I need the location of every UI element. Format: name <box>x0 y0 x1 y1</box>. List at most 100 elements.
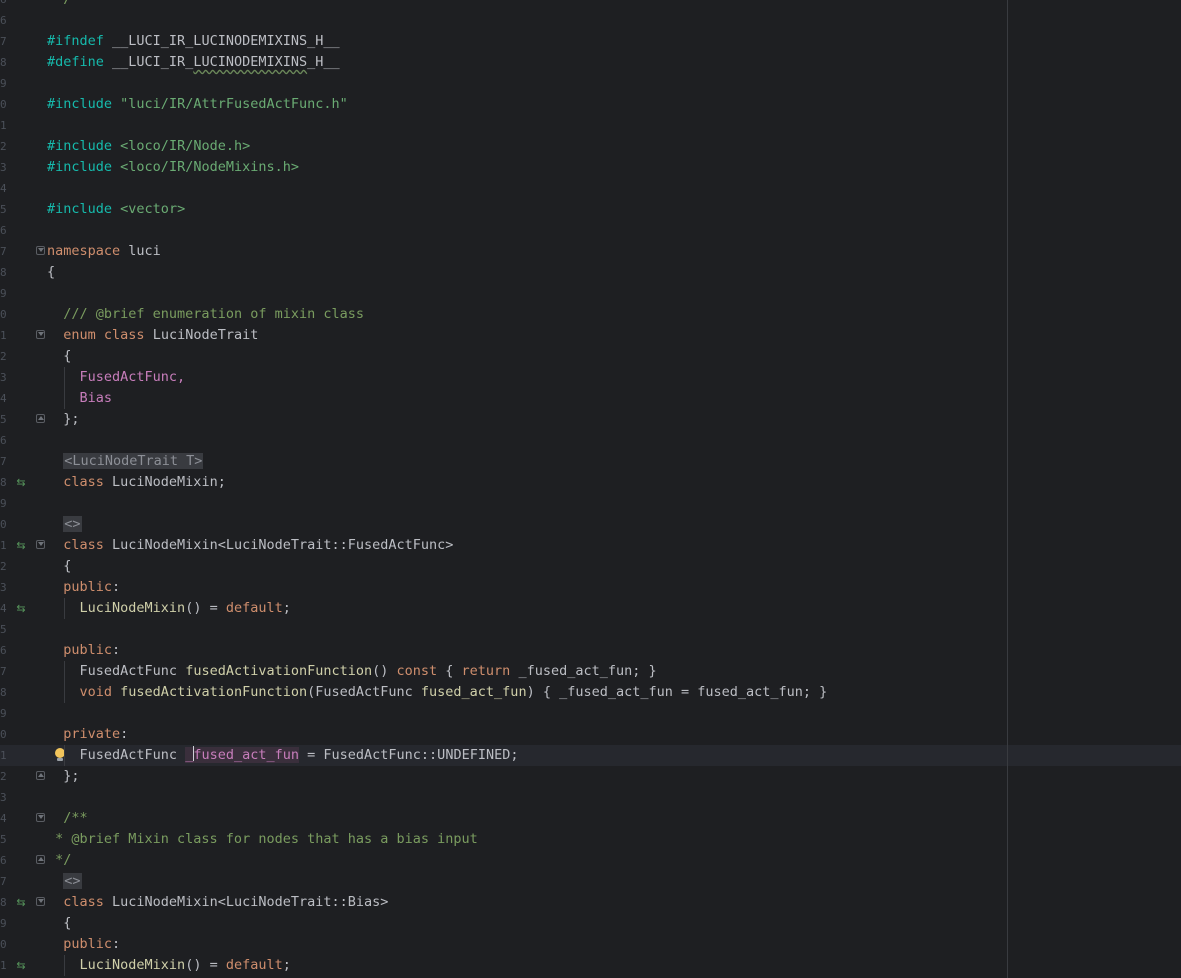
code-line[interactable]: 1 ⇆ class LuciNodeMixin<LuciNodeTrait::Fu… <box>0 535 1181 556</box>
override-icon[interactable]: ⇆ <box>14 892 28 913</box>
line-number: 7 <box>0 35 7 48</box>
code-line[interactable]: 0 public: <box>0 934 1181 955</box>
code-line[interactable]: 1 <box>0 115 1181 136</box>
code-text: { <box>47 262 55 283</box>
code-line[interactable]: 6 <box>0 220 1181 241</box>
code-token: private <box>63 726 121 742</box>
fold-marker-icon[interactable] <box>36 813 45 822</box>
code-text: { <box>47 346 71 367</box>
fold-marker-icon[interactable] <box>36 771 45 780</box>
code-token: LuciNodeMixin <box>79 957 186 973</box>
override-icon[interactable]: ⇆ <box>14 598 28 619</box>
fold-marker-icon[interactable] <box>36 414 45 423</box>
code-line[interactable]: 8 ⇆ class LuciNodeMixin<LuciNodeTrait::Bi… <box>0 892 1181 913</box>
code-text: FusedActFunc fusedActivationFunction() c… <box>47 661 657 682</box>
fold-marker-icon[interactable] <box>36 897 45 906</box>
fold-marker-icon[interactable] <box>36 330 45 339</box>
code-line[interactable]: 3 FusedActFunc, <box>0 367 1181 388</box>
code-line[interactable]: 1 ⇆ LuciNodeMixin() = default; <box>0 955 1181 976</box>
code-line[interactable]: 5 * @brief Mixin class for nodes that ha… <box>0 829 1181 850</box>
code-line[interactable]: 2 }; <box>0 766 1181 787</box>
code-line[interactable]: 0 #include "luci/IR/AttrFusedActFunc.h" <box>0 94 1181 115</box>
code-line[interactable]: 2 { <box>0 346 1181 367</box>
code-token: #include <box>47 201 113 217</box>
override-icon[interactable]: ⇆ <box>14 535 28 556</box>
code-line[interactable]: 8 void fusedActivationFunction(FusedActF… <box>0 682 1181 703</box>
code-token: { <box>437 663 462 679</box>
code-line[interactable]: 6 <box>0 430 1181 451</box>
line-number: 2 <box>0 770 7 783</box>
line-number: 9 <box>0 497 7 510</box>
code-line[interactable]: 7 #ifndef __LUCI_IR_LUCINODEMIXINS_H__ <box>0 31 1181 52</box>
code-line[interactable]: 9 { <box>0 913 1181 934</box>
code-line[interactable]: 7 namespace luci <box>0 241 1181 262</box>
code-token: <> <box>63 873 82 889</box>
fold-marker-icon[interactable] <box>36 855 45 864</box>
code-line[interactable]: 4 <box>0 178 1181 199</box>
code-line[interactable]: 4 /** <box>0 808 1181 829</box>
code-line[interactable]: 6 */ <box>0 850 1181 871</box>
code-line[interactable]: 6 */ <box>0 0 1181 10</box>
code-line[interactable]: 5 <box>0 619 1181 640</box>
code-text: #include "luci/IR/AttrFusedActFunc.h" <box>47 94 348 115</box>
line-number: 2 <box>0 560 7 573</box>
code-line[interactable]: 8 #define __LUCI_IR_LUCINODEMIXINS_H__ <box>0 52 1181 73</box>
line-number: 3 <box>0 371 7 384</box>
code-token: Bias <box>79 390 113 406</box>
code-token: #define <box>47 54 104 70</box>
code-text: */ <box>47 0 71 10</box>
line-number: 5 <box>0 623 7 636</box>
code-token: const <box>396 663 438 679</box>
code-token: #ifndef <box>47 33 104 49</box>
code-line[interactable]: 3 public: <box>0 577 1181 598</box>
code-line[interactable]: 5 }; <box>0 409 1181 430</box>
code-line[interactable]: 3 #include <loco/IR/NodeMixins.h> <box>0 157 1181 178</box>
code-line[interactable]: 7 <LuciNodeTrait T> <box>0 451 1181 472</box>
code-text: enum class LuciNodeTrait <box>47 325 258 346</box>
code-line[interactable]: 9 <box>0 283 1181 304</box>
code-editor[interactable]: 6 */67#ifndef __LUCI_IR_LUCINODEMIXINS_H… <box>0 0 1181 976</box>
code-line[interactable]: 4 Bias <box>0 388 1181 409</box>
code-line[interactable]: 8 ⇆ class LuciNodeMixin; <box>0 472 1181 493</box>
code-token: default <box>225 957 283 973</box>
override-icon[interactable]: ⇆ <box>14 472 28 493</box>
fold-marker-icon[interactable] <box>36 540 45 549</box>
code-line[interactable]: 9 <box>0 493 1181 514</box>
code-line[interactable]: 9 <box>0 73 1181 94</box>
code-line[interactable]: 4 ⇆ LuciNodeMixin() = default; <box>0 598 1181 619</box>
code-token: _fused_act_fun; } <box>510 663 657 679</box>
code-line[interactable]: 0 /// @brief enumeration of mixin class <box>0 304 1181 325</box>
code-token: __LUCI_IR_LUCINODEMIXINS_H__ <box>103 33 340 49</box>
line-number: 9 <box>0 77 7 90</box>
code-line[interactable]: 6 <box>0 10 1181 31</box>
code-text: #include <vector> <box>47 199 185 220</box>
code-text: <> <box>47 514 82 535</box>
code-token: * @brief Mixin class for nodes that has … <box>47 831 478 847</box>
code-line[interactable]: 9 <box>0 703 1181 724</box>
code-line[interactable]: 6 public: <box>0 640 1181 661</box>
override-icon[interactable]: ⇆ <box>14 955 28 976</box>
code-line[interactable]: 5 #include <vector> <box>0 199 1181 220</box>
line-number: 0 <box>0 308 7 321</box>
code-line[interactable]: 2 #include <loco/IR/Node.h> <box>0 136 1181 157</box>
code-line[interactable]: 1 enum class LuciNodeTrait <box>0 325 1181 346</box>
line-number: 6 <box>0 0 10 10</box>
code-line[interactable]: 1 FusedActFunc _fused_act_fun = FusedAct… <box>0 745 1181 766</box>
code-token: FusedActFunc, <box>79 369 186 385</box>
code-token: : <box>120 726 129 742</box>
code-text: #include <loco/IR/Node.h> <box>47 136 250 157</box>
code-token: used_act_fun <box>201 747 300 763</box>
code-text: class LuciNodeMixin<LuciNodeTrait::Bias> <box>47 892 388 913</box>
code-line[interactable]: 3 <box>0 787 1181 808</box>
code-token: public <box>63 642 113 658</box>
code-line[interactable]: 8{ <box>0 262 1181 283</box>
fold-marker-icon[interactable] <box>36 246 45 255</box>
code-line[interactable]: 7 FusedActFunc fusedActivationFunction()… <box>0 661 1181 682</box>
code-line[interactable]: 2 { <box>0 556 1181 577</box>
code-line[interactable]: 0 <> <box>0 514 1181 535</box>
code-line[interactable]: 7 <> <box>0 871 1181 892</box>
code-line[interactable]: 0 private: <box>0 724 1181 745</box>
code-token: class <box>103 327 145 343</box>
